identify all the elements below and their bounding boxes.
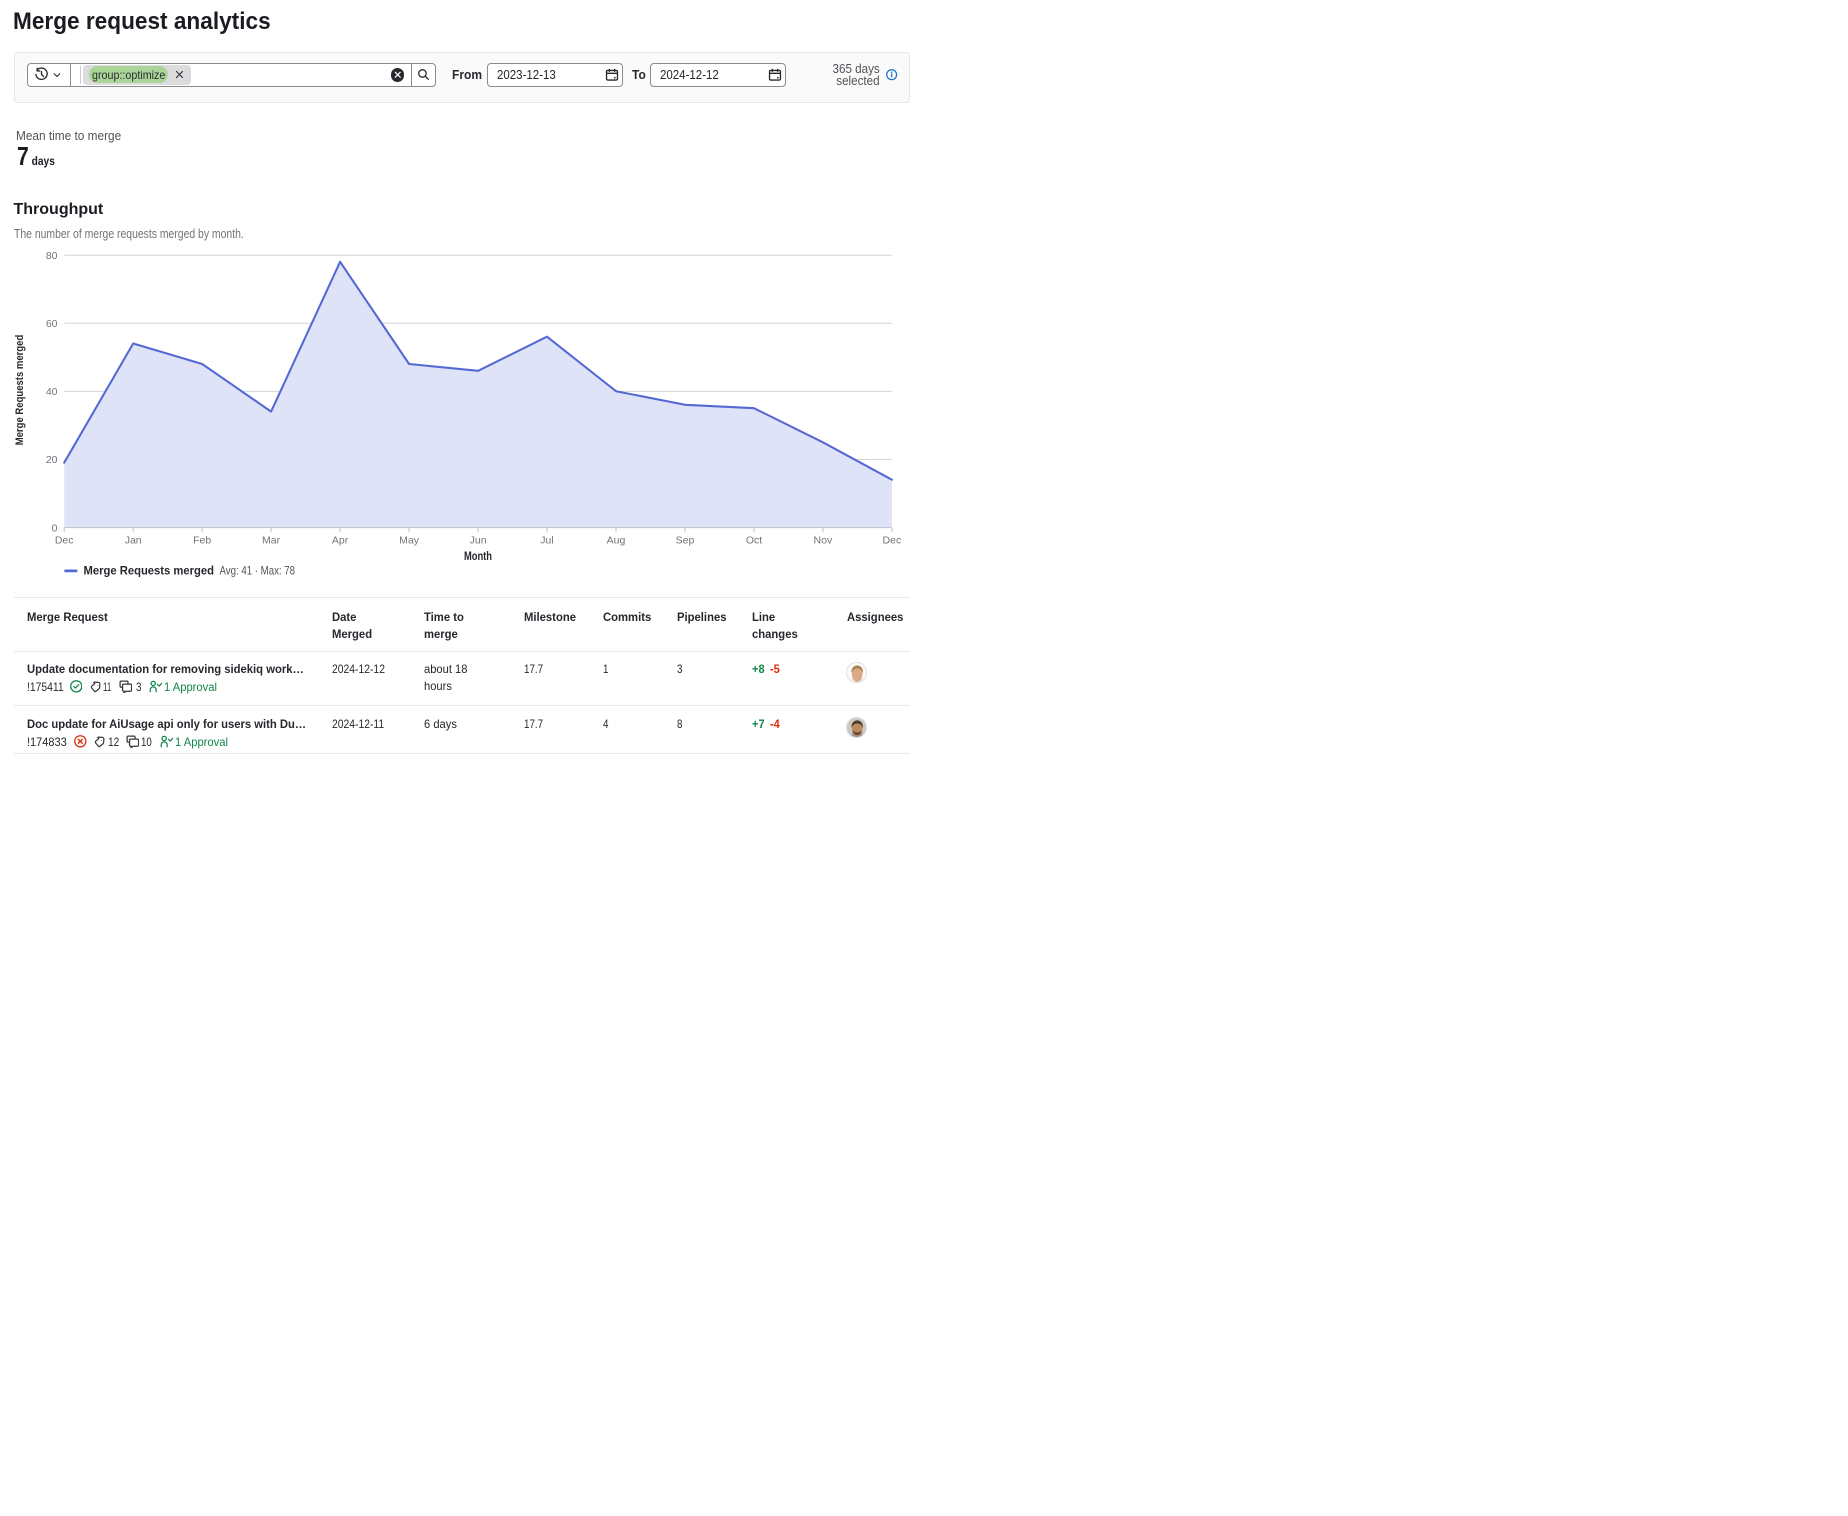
svg-text:Mar: Mar xyxy=(262,535,281,547)
svg-text:Jun: Jun xyxy=(470,535,487,547)
svg-text:Dec: Dec xyxy=(883,535,902,547)
svg-text:Avg: 41 · Max: 78: Avg: 41 · Max: 78 xyxy=(220,564,296,578)
svg-text:Jan: Jan xyxy=(125,535,142,547)
svg-text:Jul: Jul xyxy=(540,535,553,547)
svg-text:Apr: Apr xyxy=(332,535,349,547)
svg-text:20: 20 xyxy=(46,454,58,466)
svg-text:60: 60 xyxy=(46,318,58,330)
svg-text:Feb: Feb xyxy=(193,535,211,547)
svg-text:Aug: Aug xyxy=(607,535,626,547)
svg-text:Merge Requests merged: Merge Requests merged xyxy=(14,335,26,446)
svg-text:Month: Month xyxy=(464,551,492,563)
svg-text:Dec: Dec xyxy=(55,535,74,547)
svg-text:Oct: Oct xyxy=(746,535,762,547)
svg-text:40: 40 xyxy=(46,386,58,398)
svg-text:Sep: Sep xyxy=(676,535,695,547)
svg-text:0: 0 xyxy=(52,522,58,534)
svg-text:Nov: Nov xyxy=(814,535,833,547)
svg-text:80: 80 xyxy=(46,250,58,262)
svg-text:Merge Requests merged: Merge Requests merged xyxy=(84,564,215,578)
svg-text:May: May xyxy=(399,535,420,547)
